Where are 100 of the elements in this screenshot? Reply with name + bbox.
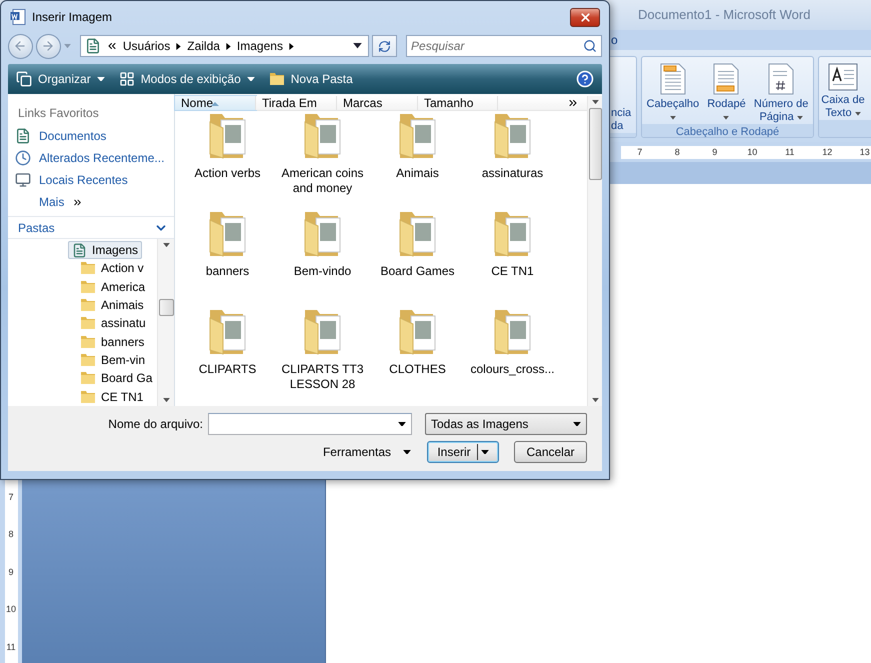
dialog-title: Inserir Imagem: [32, 10, 114, 24]
column-header[interactable]: Tirada Em: [256, 96, 337, 110]
caret-icon: [398, 422, 406, 426]
section-header: Links Favoritos: [17, 105, 100, 122]
new-folder-icon: [268, 72, 285, 86]
ribbon-button[interactable]: Cabeçalho: [642, 63, 703, 124]
folder-tree-item[interactable]: Board Ga: [76, 369, 156, 388]
caret-icon: [246, 76, 255, 82]
folder-item[interactable]: CLOTHES: [370, 308, 465, 406]
toolbar-button[interactable]: Nova Pasta: [268, 72, 353, 86]
folder-tree-item[interactable]: Imagens: [68, 241, 142, 260]
folder-item[interactable]: banners: [180, 210, 275, 308]
favorite-link[interactable]: Alterados Recenteme...: [8, 147, 174, 169]
address-bar[interactable]: Usuários Zailda Imagens: [80, 35, 370, 57]
breadcrumb-arrow-icon: [224, 42, 232, 50]
scroll-down-icon: [162, 398, 170, 402]
folder-item[interactable]: Bem-vindo: [275, 210, 370, 308]
folder-icon: [80, 280, 96, 294]
caret-icon: [796, 116, 803, 120]
folder-item[interactable]: Animais: [370, 112, 465, 210]
folder-tree-item[interactable]: America: [76, 278, 150, 296]
folder-item[interactable]: colours_cross...: [465, 308, 560, 406]
scroll-down-icon: [592, 398, 598, 402]
caret-icon: [573, 422, 581, 426]
folder-tree-item[interactable]: Action v: [76, 259, 148, 278]
group-label-bar: [819, 120, 871, 137]
close-icon: [578, 10, 592, 24]
scrollbar-thumb[interactable]: [588, 108, 602, 180]
favorite-link[interactable]: Documentos: [8, 125, 174, 147]
column-header[interactable]: Tamanho: [418, 96, 498, 110]
refresh-button[interactable]: [372, 35, 398, 57]
refresh-icon: [378, 40, 392, 52]
ribbon-button[interactable]: Número de Página: [750, 63, 812, 124]
folder-item[interactable]: Action verbs: [180, 112, 275, 210]
favorite-link[interactable]: Locais Recentes: [8, 169, 174, 191]
more-columns-icon[interactable]: [567, 97, 579, 109]
folder-tree-item[interactable]: CE TN1: [76, 388, 148, 406]
ruler-number: 10: [746, 147, 758, 157]
dialog-button[interactable]: Cancelar: [514, 441, 587, 463]
caret-icon: [480, 450, 489, 454]
ribbon-button[interactable]: Rodapé: [704, 63, 748, 124]
breadcrumb-item[interactable]: Usuários: [122, 39, 170, 53]
search-field[interactable]: Pesquisar: [406, 35, 602, 57]
breadcrumb-item[interactable]: Zailda: [187, 39, 220, 53]
search-icon: [583, 39, 598, 53]
folder-item[interactable]: Board Games: [370, 210, 465, 308]
page-number-icon: [767, 63, 796, 95]
file-type-dropdown[interactable]: Todas as Imagens: [425, 413, 587, 435]
scrollbar-thumb[interactable]: [158, 299, 174, 316]
clock-icon: [15, 150, 31, 166]
scrollbar[interactable]: [587, 96, 602, 406]
ruler-number: 12: [821, 147, 834, 157]
scrollbar[interactable]: [157, 239, 174, 406]
folder-item[interactable]: CE TN1: [465, 210, 560, 308]
forward-button[interactable]: [36, 34, 61, 58]
folder-item[interactable]: CLIPARTS: [180, 308, 275, 406]
folder-tree-item[interactable]: Animais: [76, 296, 148, 314]
ruler-number: 8: [4, 516, 18, 553]
tools-menu-button[interactable]: Ferramentas: [322, 445, 411, 459]
help-icon[interactable]: [576, 70, 594, 88]
favorite-link[interactable]: Mais: [8, 191, 174, 213]
breadcrumb-item[interactable]: Imagens: [236, 39, 283, 53]
file-name-field[interactable]: [208, 413, 412, 435]
caret-icon: [96, 76, 105, 82]
column-header[interactable]: Nome: [175, 96, 256, 110]
back-button[interactable]: [8, 34, 33, 58]
caret-icon: [723, 116, 730, 120]
breadcrumb-arrow-icon: [288, 42, 295, 50]
close-button[interactable]: [570, 8, 600, 26]
folder-icon: [80, 371, 96, 386]
ruler-number: 8: [674, 147, 681, 157]
folder-item[interactable]: assinaturas: [465, 112, 560, 210]
ruler-number: 7: [4, 478, 18, 516]
word-document-icon: [10, 9, 26, 25]
breadcrumb-arrow-icon: [175, 42, 182, 50]
folder-tree-item[interactable]: assinatu: [76, 314, 150, 333]
chevrons-left-icon: [106, 40, 118, 52]
folder-item[interactable]: American coins and money: [275, 112, 370, 210]
dialog-button[interactable]: Inserir: [427, 441, 499, 463]
ribbon-tab[interactable]: o: [611, 33, 618, 47]
column-header[interactable]: Marcas: [337, 96, 418, 110]
folder-tree-item[interactable]: Bem-vin: [76, 350, 150, 370]
toolbar-button[interactable]: Modos de exibição: [118, 71, 255, 87]
folder-icon: [80, 261, 96, 276]
ruler-number: 11: [784, 147, 796, 157]
ruler-number: 9: [711, 147, 718, 157]
footer-page-icon: [712, 63, 740, 95]
ruler-number: 11: [4, 628, 18, 663]
text-box-icon: [828, 63, 858, 91]
caret-icon: [670, 116, 676, 120]
folder-tree-item[interactable]: banners: [76, 332, 148, 351]
folder-icon: [80, 334, 96, 349]
grid-icon: [118, 71, 135, 87]
toolbar-button[interactable]: Organizar: [16, 71, 105, 87]
ribbon-group-label: Cabeçalho e Rodapé: [642, 124, 813, 137]
folder-icon: [80, 353, 96, 368]
folder-icon: [80, 390, 96, 404]
folder-item[interactable]: CLIPARTS TT3 LESSON 28: [275, 308, 370, 406]
sort-arrow-icon: [211, 102, 219, 106]
documents-icon: [15, 128, 31, 144]
